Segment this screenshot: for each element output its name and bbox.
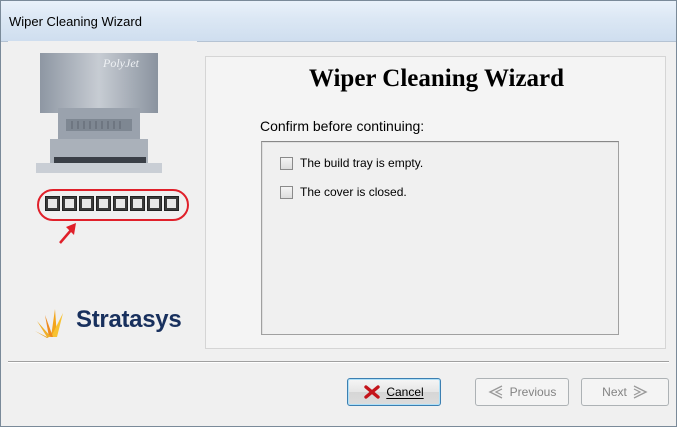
- indicator-slot: [45, 196, 60, 211]
- indicator-slot: [113, 196, 128, 211]
- logo-text: Stratasys: [76, 306, 182, 333]
- title-bar[interactable]: Wiper Cleaning Wizard: [1, 1, 676, 42]
- stratasys-logo: Stratasys: [35, 305, 195, 339]
- indicator-slot: [130, 196, 145, 211]
- wizard-content-panel: Wiper Cleaning Wizard Confirm before con…: [205, 56, 666, 349]
- footer-separator: [8, 361, 669, 363]
- left-image-panel: PolyJet Stratasys: [8, 41, 197, 351]
- printer-head-image: PolyJet: [36, 53, 162, 173]
- previous-label: Previous: [509, 385, 557, 399]
- indicator-slot: [79, 196, 94, 211]
- wizard-heading: Wiper Cleaning Wizard: [308, 65, 565, 92]
- window-title: Wiper Cleaning Wizard: [9, 14, 142, 29]
- cancel-button[interactable]: Cancel: [347, 378, 441, 406]
- build-tray-label[interactable]: The build tray is empty.: [300, 156, 423, 170]
- indicator-slot: [164, 196, 179, 211]
- indicator-slot: [62, 196, 77, 211]
- checklist-item-build-tray[interactable]: The build tray is empty.: [280, 155, 423, 171]
- build-tray-checkbox[interactable]: [280, 156, 293, 170]
- indicator-slot: [96, 196, 111, 211]
- confirm-label: Confirm before continuing:: [260, 118, 425, 134]
- indicator-slot: [147, 196, 162, 211]
- checklist-item-cover[interactable]: The cover is closed.: [280, 184, 407, 200]
- chevron-right-icon: [633, 385, 648, 399]
- next-button[interactable]: Next: [581, 378, 669, 406]
- red-x-icon: [364, 385, 381, 399]
- confirmation-list: The build tray is empty. The cover is cl…: [261, 141, 619, 335]
- next-label: Next: [602, 385, 627, 399]
- chevron-left-icon: [488, 385, 502, 399]
- cancel-label: Cancel: [386, 385, 424, 399]
- previous-button[interactable]: Previous: [475, 378, 569, 406]
- red-arrow-icon: [59, 223, 76, 244]
- cover-closed-label[interactable]: The cover is closed.: [300, 185, 407, 199]
- stratasys-burst-icon: [35, 309, 63, 338]
- wizard-window: Wiper Cleaning Wizard PolyJet Stratasys …: [0, 0, 677, 427]
- printer-badge-text: PolyJet: [102, 56, 140, 70]
- cover-closed-checkbox[interactable]: [280, 185, 293, 199]
